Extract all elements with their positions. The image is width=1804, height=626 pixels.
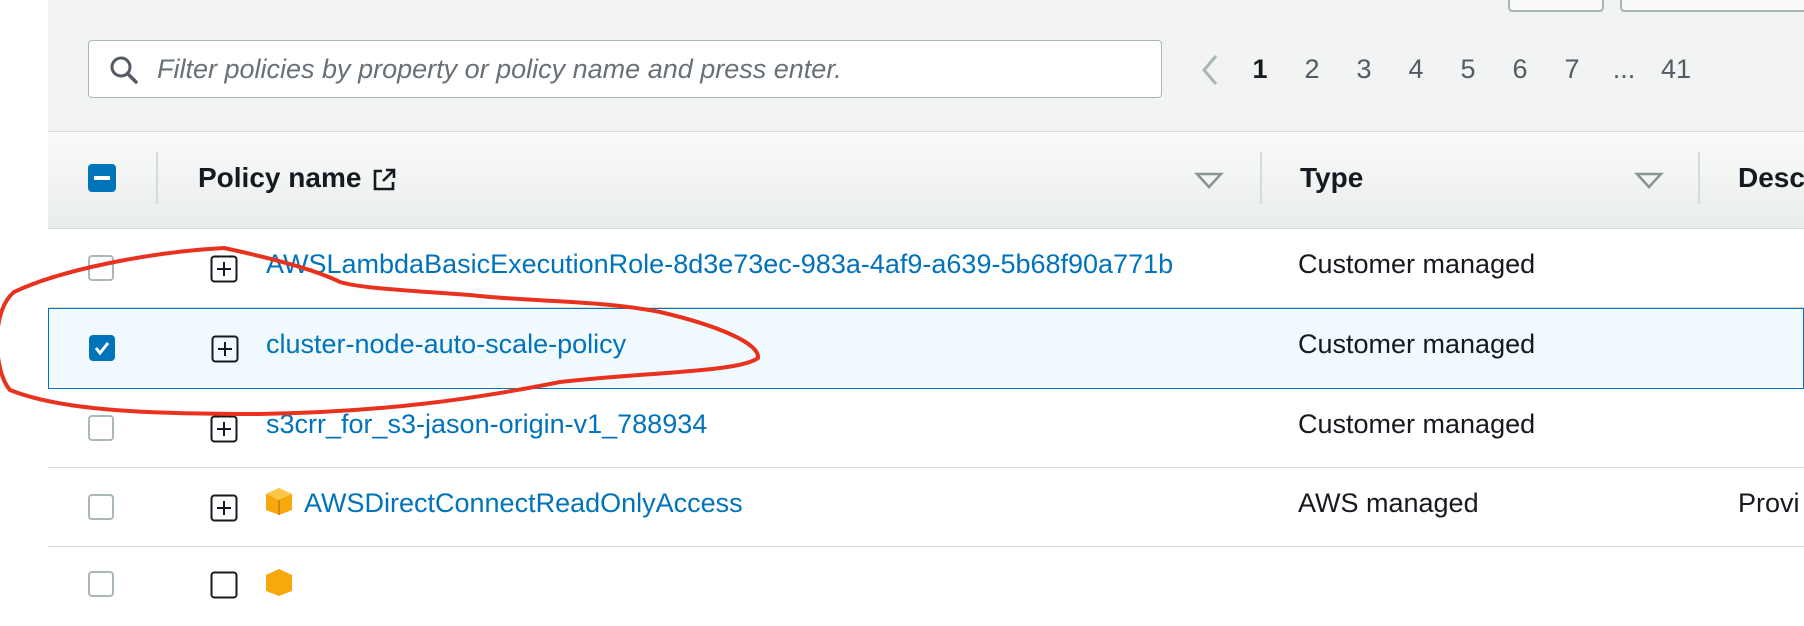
row-checkbox[interactable]	[88, 571, 114, 597]
page-1[interactable]: 1	[1240, 46, 1280, 92]
policy-type: AWS managed	[1298, 488, 1479, 518]
select-all-checkbox[interactable]	[88, 164, 116, 192]
toolbar-button[interactable]	[1620, 0, 1804, 12]
sort-caret-icon[interactable]	[1194, 172, 1224, 190]
page-3[interactable]: 3	[1344, 46, 1384, 92]
row-checkbox[interactable]	[88, 415, 114, 441]
policy-type: Customer managed	[1298, 409, 1536, 439]
expand-plus-icon[interactable]	[211, 335, 239, 363]
column-header-type[interactable]: Type	[1300, 162, 1363, 194]
column-header-policy-name[interactable]: Policy name	[198, 162, 361, 194]
policy-type: Customer managed	[1298, 329, 1536, 359]
policy-name-link[interactable]: cluster-node-auto-scale-policy	[266, 329, 626, 360]
page-5[interactable]: 5	[1448, 46, 1488, 92]
search-input[interactable]	[157, 41, 1147, 97]
column-header-description[interactable]: Desc	[1738, 162, 1804, 194]
table-row[interactable]: s3crr_for_s3-jason-origin-v1_788934 Cust…	[48, 389, 1804, 468]
search-icon	[110, 56, 138, 84]
page-4[interactable]: 4	[1396, 46, 1436, 92]
policies-panel: 1 2 3 4 5 6 7 ... 41 Policy name Type	[48, 0, 1804, 599]
policy-filter-search	[88, 40, 1162, 98]
column-divider	[1260, 152, 1262, 204]
page-ellipsis: ...	[1612, 54, 1636, 84]
page-6[interactable]: 6	[1500, 46, 1540, 92]
checkmark-icon	[94, 342, 110, 356]
aws-managed-cube-icon	[266, 488, 292, 515]
table-row[interactable]: AWSDirectConnectReadOnlyAccess AWS manag…	[48, 468, 1804, 547]
policy-type: Customer managed	[1298, 249, 1536, 279]
page-7[interactable]: 7	[1552, 46, 1592, 92]
policy-name-link[interactable]: AWSDirectConnectReadOnlyAccess	[304, 488, 743, 519]
expand-plus-icon[interactable]	[210, 255, 238, 283]
policy-name-link[interactable]: AWSLambdaBasicExecutionRole-8d3e73ec-983…	[266, 249, 1173, 280]
aws-managed-cube-icon	[266, 569, 292, 596]
policy-description: Provi	[1738, 488, 1800, 518]
external-link-icon[interactable]	[370, 166, 398, 194]
table-header: Policy name Type Desc	[48, 132, 1804, 229]
table-row[interactable]: AWSLambdaBasicExecutionRole-8d3e73ec-983…	[48, 229, 1804, 308]
table-row[interactable]	[48, 547, 1804, 626]
expand-plus-icon[interactable]	[210, 571, 238, 599]
row-checkbox-checked[interactable]	[89, 335, 115, 361]
page-41[interactable]: 41	[1656, 46, 1696, 92]
table-row[interactable]: cluster-node-auto-scale-policy Customer …	[48, 308, 1804, 389]
expand-plus-icon[interactable]	[210, 494, 238, 522]
policy-name-link[interactable]: s3crr_for_s3-jason-origin-v1_788934	[266, 409, 707, 440]
toolbar-button[interactable]	[1508, 0, 1604, 12]
column-divider	[1698, 152, 1700, 204]
row-checkbox[interactable]	[88, 494, 114, 520]
row-checkbox[interactable]	[88, 255, 114, 281]
chevron-left-icon[interactable]	[1200, 54, 1220, 86]
column-divider	[156, 152, 158, 204]
sort-caret-icon[interactable]	[1634, 172, 1664, 190]
expand-plus-icon[interactable]	[210, 415, 238, 443]
page-2[interactable]: 2	[1292, 46, 1332, 92]
table-toolbar: 1 2 3 4 5 6 7 ... 41	[48, 0, 1804, 132]
